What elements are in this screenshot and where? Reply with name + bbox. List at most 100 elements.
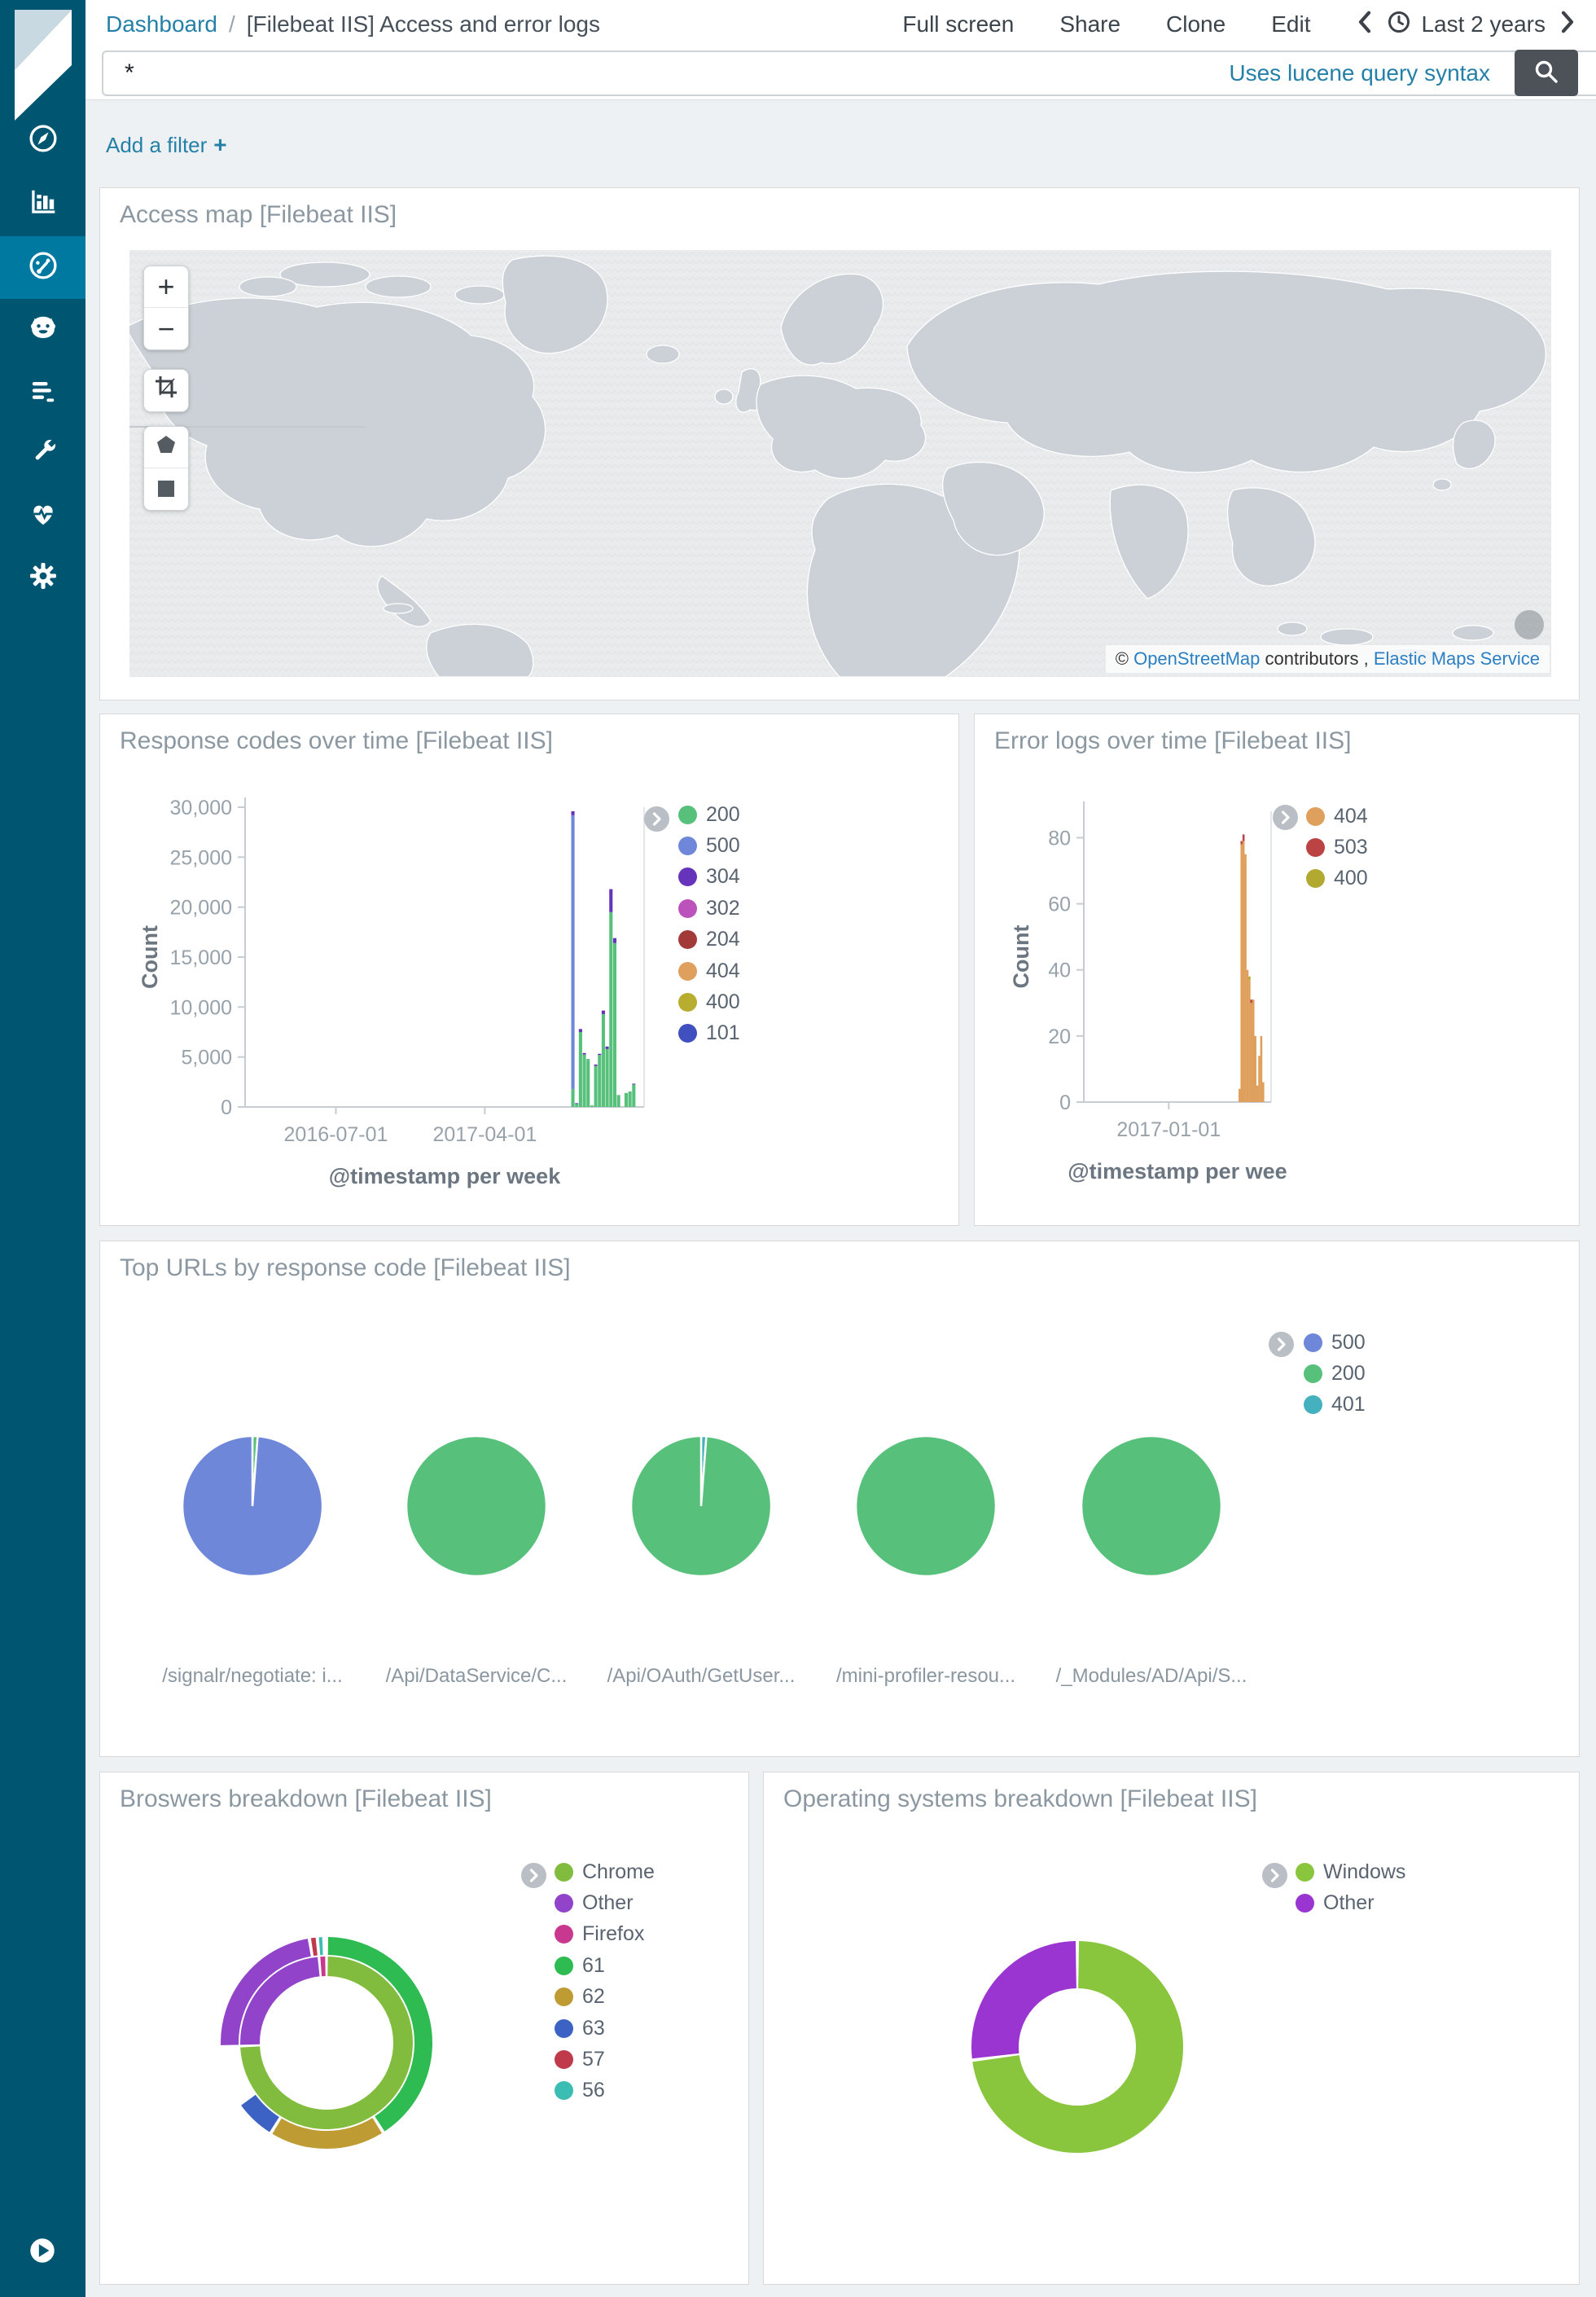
response-codes-bar-304[interactable]: [602, 1011, 605, 1014]
response-codes-bar-200[interactable]: [586, 1059, 590, 1107]
legend-item-400[interactable]: 400: [678, 986, 740, 1017]
legend-item-200[interactable]: 200: [1304, 1358, 1366, 1389]
map-attribution-toggle-button[interactable]: [1515, 610, 1544, 639]
response-codes-bar-200[interactable]: [632, 1084, 635, 1107]
response-codes-bar-200[interactable]: [583, 1055, 586, 1107]
sidebar-item-timelion[interactable]: [0, 299, 86, 362]
response-codes-bar-200[interactable]: [625, 1093, 628, 1107]
response-codes-bar-304[interactable]: [606, 1047, 609, 1049]
response-codes-bar-304[interactable]: [583, 1053, 586, 1055]
clone-button[interactable]: Clone: [1166, 11, 1226, 37]
breadcrumb-dashboard-link[interactable]: Dashboard: [106, 11, 217, 37]
full-screen-button[interactable]: Full screen: [902, 11, 1014, 37]
sidebar-item-monitoring[interactable]: [0, 485, 86, 547]
response-codes-bar-304[interactable]: [632, 1083, 635, 1084]
response-codes-bar-200[interactable]: [606, 1049, 609, 1107]
map-zoom-out-button[interactable]: −: [144, 308, 188, 349]
donut-segment-Other[interactable]: [995, 1965, 1076, 2056]
error-logs-bar-404[interactable]: [1248, 980, 1251, 1102]
response-codes-bar-304[interactable]: [572, 811, 575, 815]
error-logs-bar-404[interactable]: [1254, 1036, 1256, 1102]
error-logs-bar-404[interactable]: [1261, 1036, 1263, 1102]
sidebar-item-dev-tools[interactable]: [0, 423, 86, 485]
time-next-button[interactable]: [1559, 10, 1576, 40]
response-codes-bar-200[interactable]: [613, 943, 616, 1107]
legend-item-61[interactable]: 61: [555, 1950, 655, 1981]
legend-toggle-button[interactable]: [1269, 1332, 1294, 1357]
legend-item-101[interactable]: 101: [678, 1018, 740, 1049]
legend-item-304[interactable]: 304: [678, 862, 740, 893]
response-codes-bar-304[interactable]: [579, 1029, 582, 1032]
legend-toggle-button[interactable]: [1273, 805, 1298, 830]
error-logs-bar-404[interactable]: [1256, 1086, 1259, 1102]
pie-slice-200[interactable]: [406, 1436, 546, 1576]
world-map[interactable]: [129, 250, 1551, 677]
sidebar-item-dashboard[interactable]: [0, 236, 86, 299]
legend-item-200[interactable]: 200: [678, 799, 740, 830]
time-prev-button[interactable]: [1356, 10, 1374, 40]
edit-button[interactable]: Edit: [1271, 11, 1310, 37]
error-logs-plot[interactable]: 0204060802017-01-01Count@timestamp per w…: [975, 714, 1579, 1225]
legend-item-56[interactable]: 56: [555, 2075, 655, 2106]
response-codes-bar-200[interactable]: [629, 1091, 632, 1107]
legend-toggle-button[interactable]: [644, 806, 669, 832]
response-codes-plot[interactable]: 05,00010,00015,00020,00025,00030,0002016…: [100, 714, 958, 1225]
error-logs-bar-404[interactable]: [1251, 1003, 1253, 1102]
legend-item-500[interactable]: 500: [678, 830, 740, 861]
add-filter-plus-icon[interactable]: +: [213, 132, 226, 157]
sidebar-item-management[interactable]: [0, 547, 86, 609]
pie-slice-500[interactable]: [182, 1436, 322, 1576]
legend-item-Other[interactable]: Other: [555, 1887, 655, 1918]
error-logs-bar-404[interactable]: [1247, 970, 1249, 1102]
map-fit-bounds-button[interactable]: [144, 370, 188, 411]
legend-item-63[interactable]: 63: [555, 2013, 655, 2044]
response-codes-bar-200[interactable]: [617, 1095, 620, 1107]
response-codes-bar-304[interactable]: [598, 1054, 601, 1055]
share-button[interactable]: Share: [1059, 11, 1120, 37]
error-logs-bar-400[interactable]: [1248, 977, 1251, 980]
legend-item-Chrome[interactable]: Chrome: [555, 1856, 655, 1887]
legend-item-503[interactable]: 503: [1306, 832, 1368, 863]
response-codes-bar-200[interactable]: [594, 1066, 598, 1107]
error-logs-bar-503[interactable]: [1240, 841, 1243, 845]
legend-item-Other[interactable]: Other: [1296, 1887, 1405, 1918]
error-logs-bar-503[interactable]: [1243, 834, 1245, 841]
error-logs-bar-404[interactable]: [1244, 854, 1247, 1102]
sidebar-item-discover[interactable]: [0, 109, 86, 172]
response-codes-bar-304[interactable]: [613, 938, 616, 943]
error-logs-bar-404[interactable]: [1258, 1056, 1261, 1102]
legend-item-Windows[interactable]: Windows: [1296, 1856, 1405, 1887]
legend-item-62[interactable]: 62: [555, 1982, 655, 2013]
openstreetmap-link[interactable]: OpenStreetMap: [1133, 648, 1260, 669]
response-codes-bar-200[interactable]: [572, 1089, 575, 1107]
search-button[interactable]: [1515, 50, 1578, 96]
time-range-button[interactable]: Last 2 years: [1387, 10, 1546, 40]
response-codes-bar-200[interactable]: [579, 1032, 582, 1107]
legend-item-404[interactable]: 404: [1306, 801, 1368, 832]
operating-systems-plot[interactable]: [764, 1772, 1579, 2284]
legend-item-204[interactable]: 204: [678, 925, 740, 955]
error-logs-bar-404[interactable]: [1239, 1089, 1241, 1102]
pie-slice-200[interactable]: [856, 1436, 996, 1576]
kibana-logo[interactable]: [0, 0, 86, 126]
error-logs-bar-404[interactable]: [1252, 999, 1255, 1102]
sidebar-item-logging[interactable]: [0, 362, 86, 424]
error-logs-bar-404[interactable]: [1240, 845, 1243, 1102]
error-logs-bar-404[interactable]: [1243, 841, 1245, 1102]
legend-toggle-button[interactable]: [1262, 1863, 1287, 1888]
legend-item-400[interactable]: 400: [1306, 863, 1368, 894]
draw-rectangle-button[interactable]: [144, 468, 188, 510]
response-codes-bar-200[interactable]: [602, 1014, 605, 1107]
elastic-maps-service-link[interactable]: Elastic Maps Service: [1374, 648, 1540, 669]
draw-polygon-button[interactable]: [144, 427, 188, 468]
legend-item-500[interactable]: 500: [1304, 1327, 1366, 1358]
response-codes-bar-200[interactable]: [590, 1105, 594, 1107]
response-codes-bar-304[interactable]: [609, 889, 612, 912]
legend-item-57[interactable]: 57: [555, 2044, 655, 2075]
response-codes-bar-200[interactable]: [609, 912, 612, 1107]
legend-toggle-button[interactable]: [521, 1863, 546, 1888]
sidebar-collapse-button[interactable]: [25, 2233, 59, 2268]
pie-slice-200[interactable]: [1081, 1436, 1221, 1576]
donut-segment-57[interactable]: [312, 1947, 316, 1948]
response-codes-bar-304[interactable]: [594, 1065, 598, 1066]
